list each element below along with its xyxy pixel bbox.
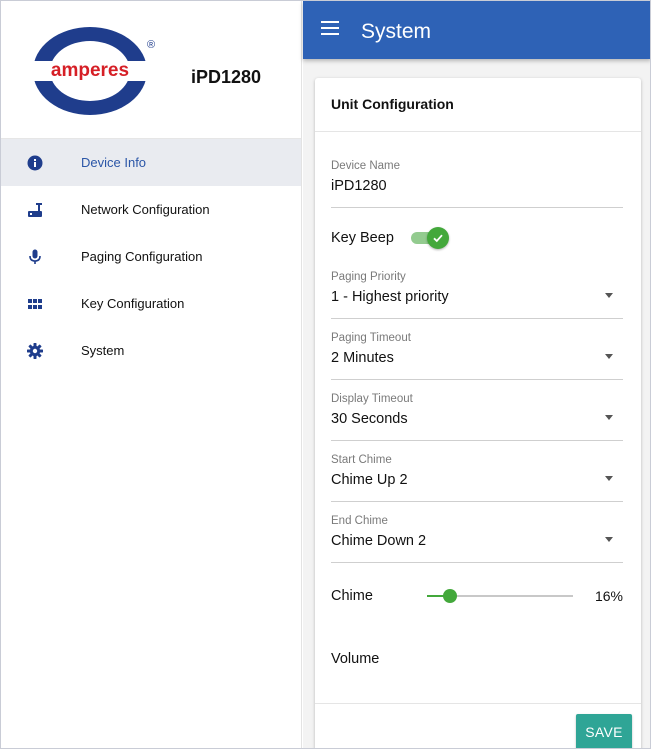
sidebar: amperes ® iPD1280 Device Info Network Co…	[1, 1, 302, 748]
end-chime-label: End Chime	[331, 515, 388, 527]
field-underline	[331, 501, 623, 502]
display-timeout-value: 30 Seconds	[331, 411, 408, 427]
start-chime-label: Start Chime	[331, 454, 392, 466]
field-underline	[331, 562, 623, 563]
registered-mark: ®	[147, 39, 156, 51]
chime-label: Chime	[331, 588, 373, 604]
chime-volume-value: 16%	[594, 588, 623, 604]
network-icon	[27, 202, 43, 218]
field-underline	[331, 440, 623, 441]
key-beep-label: Key Beep	[331, 230, 394, 246]
paging-timeout-label: Paging Timeout	[331, 332, 411, 344]
sidebar-item-label: Paging Configuration	[81, 249, 203, 264]
sidebar-item-system[interactable]: System	[1, 327, 301, 374]
page-title: System	[361, 20, 432, 43]
dropdown-arrow-icon	[605, 415, 613, 420]
display-timeout-label: Display Timeout	[331, 393, 413, 405]
sidebar-item-key-configuration[interactable]: Key Configuration	[1, 280, 301, 327]
key-beep-row: Key Beep	[331, 226, 531, 250]
sidebar-item-device-info[interactable]: Device Info	[1, 139, 301, 186]
main-content: System Unit Configuration Device Name iP…	[303, 1, 650, 748]
sidebar-nav: Device Info Network Configuration Paging…	[1, 139, 301, 374]
chime-volume-row: Chime 16%	[331, 584, 623, 608]
divider	[315, 131, 641, 132]
unit-configuration-card: Unit Configuration Device Name iPD1280 K…	[315, 78, 641, 748]
card-title: Unit Configuration	[331, 96, 454, 112]
paging-timeout-select[interactable]: Paging Timeout 2 Minutes	[331, 332, 623, 382]
sidebar-item-network-configuration[interactable]: Network Configuration	[1, 186, 301, 233]
toggle-thumb	[427, 227, 449, 249]
key-beep-toggle[interactable]	[411, 227, 449, 249]
device-name-field[interactable]: Device Name iPD1280	[331, 160, 623, 210]
menu-icon[interactable]	[321, 21, 339, 37]
amperes-logo: amperes	[31, 25, 149, 117]
gear-icon	[27, 342, 43, 359]
brand-header: amperes ® iPD1280	[1, 1, 301, 139]
device-name-label: Device Name	[331, 160, 401, 172]
sidebar-item-label: System	[81, 343, 125, 358]
start-chime-select[interactable]: Start Chime Chime Up 2	[331, 454, 623, 504]
paging-priority-value: 1 - Highest priority	[331, 289, 449, 305]
logo-wordmark: amperes	[51, 60, 129, 81]
sidebar-item-label: Network Configuration	[81, 202, 210, 217]
microphone-icon	[27, 249, 43, 265]
device-name-value: iPD1280	[331, 178, 387, 194]
divider	[315, 703, 641, 704]
info-icon	[27, 155, 43, 171]
field-underline	[331, 207, 623, 208]
dropdown-arrow-icon	[605, 293, 613, 298]
app-bar: System	[303, 1, 650, 59]
end-chime-value: Chime Down 2	[331, 533, 427, 549]
volume-label: Volume	[331, 651, 380, 667]
start-chime-value: Chime Up 2	[331, 472, 408, 488]
save-button[interactable]: SAVE	[576, 714, 632, 748]
chime-volume-slider[interactable]	[427, 589, 573, 603]
sidebar-item-label: Key Configuration	[81, 296, 185, 311]
paging-timeout-value: 2 Minutes	[331, 350, 394, 366]
sidebar-item-paging-configuration[interactable]: Paging Configuration	[1, 233, 301, 280]
check-icon	[433, 234, 443, 243]
end-chime-select[interactable]: End Chime Chime Down 2	[331, 515, 623, 565]
field-underline	[331, 318, 623, 319]
display-timeout-select[interactable]: Display Timeout 30 Seconds	[331, 393, 623, 443]
field-underline	[331, 379, 623, 380]
slider-knob[interactable]	[443, 589, 458, 603]
dropdown-arrow-icon	[605, 537, 613, 542]
app-window: amperes ® iPD1280 Device Info Network Co…	[0, 0, 651, 749]
device-model: iPD1280	[191, 67, 262, 87]
dropdown-arrow-icon	[605, 354, 613, 359]
paging-priority-select[interactable]: Paging Priority 1 - Highest priority	[331, 271, 623, 321]
dropdown-arrow-icon	[605, 476, 613, 481]
keypad-grid-icon	[27, 296, 43, 312]
paging-priority-label: Paging Priority	[331, 271, 406, 283]
sidebar-item-label: Device Info	[81, 155, 147, 170]
